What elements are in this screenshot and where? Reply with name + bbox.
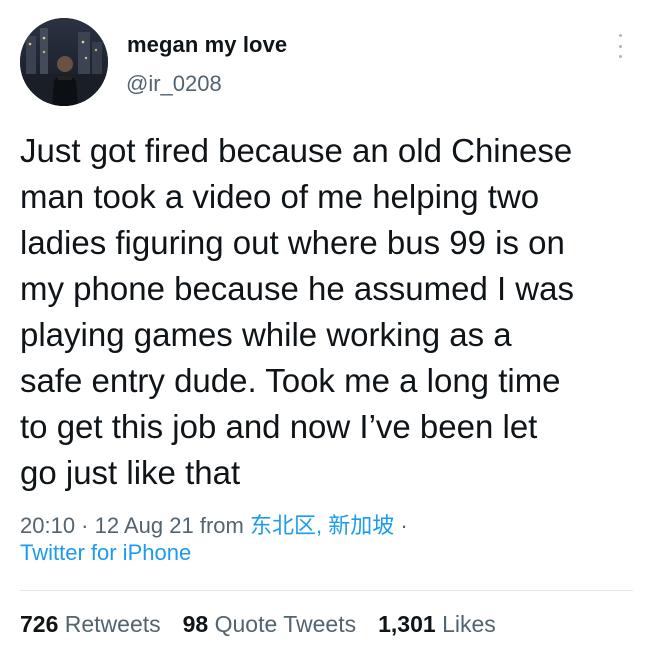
retweets-stat[interactable]: 726 Retweets [20,611,161,638]
tweet-time[interactable]: 20:10 [20,513,75,538]
likes-count: 1,301 [378,611,436,637]
user-handle[interactable]: @ir_0208 [126,71,222,97]
avatar[interactable] [20,18,108,106]
tweet-client[interactable]: Twitter for iPhone [20,540,191,566]
tweet-date[interactable]: 12 Aug 21 [95,513,194,538]
retweets-label: Retweets [64,611,161,637]
meta-separator: · [75,513,95,538]
tweet-text: Just got fired because an old Chinese ma… [20,132,574,491]
quote-tweets-stat[interactable]: 98 Quote Tweets [183,611,356,638]
retweets-count: 726 [20,611,59,637]
meta-separator: · [394,513,408,538]
divider [20,590,633,591]
likes-stat[interactable]: 1,301 Likes [378,611,496,638]
meta-from: from [193,513,250,538]
more-dot [618,34,622,37]
tweet-card: megan my love @ir_0208 Just got fired be… [0,0,653,660]
quote-tweets-count: 98 [182,611,209,637]
more-dot [618,44,622,48]
avatar-photo [20,18,108,106]
likes-label: Likes [442,611,496,637]
display-name[interactable]: megan my love [127,32,287,58]
more-dot [618,55,622,58]
tweet-stats: 726 Retweets 98 Quote Tweets 1,301 Likes [20,611,496,638]
tweet-meta: 20:10 · 12 Aug 21 from 东北区, 新加坡 · [20,508,408,540]
quote-tweets-label: Quote Tweets [214,611,357,637]
tweet-location[interactable]: 东北区, 新加坡 [250,513,394,538]
more-vertical-icon[interactable] [610,34,630,58]
